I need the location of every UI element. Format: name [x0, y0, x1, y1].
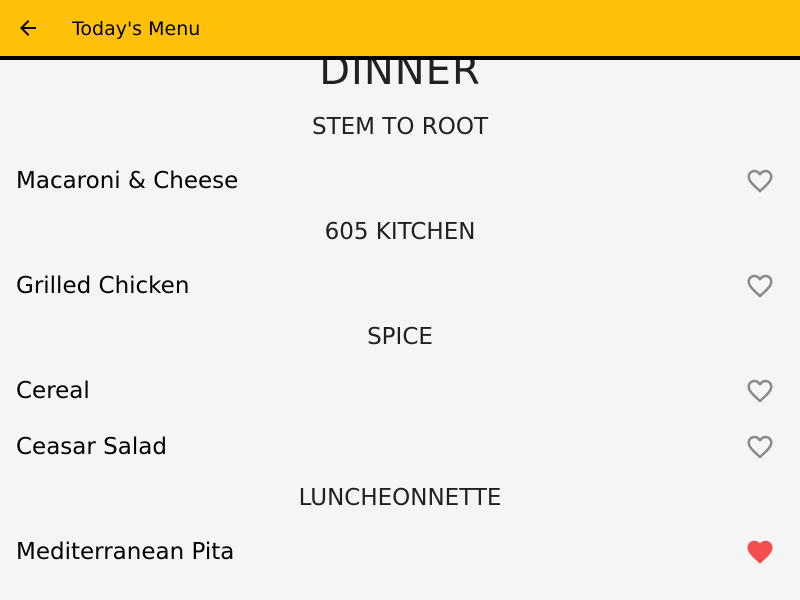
menu-item[interactable]: Ceasar Salad [0, 421, 800, 473]
menu-item-name: Ceasar Salad [16, 434, 167, 460]
heart-outline-icon [747, 274, 773, 298]
heart-outline-icon [747, 169, 773, 193]
menu-item[interactable]: Macaroni & Cheese [0, 155, 800, 207]
station-header: 605 KITCHEN [324, 219, 476, 245]
menu-item-name: Grilled Chicken [16, 273, 190, 299]
menu-list[interactable]: DINNER STEM TO ROOT Macaroni & Cheese 60… [0, 60, 800, 600]
heart-filled-icon [747, 540, 773, 564]
menu-item-name: Macaroni & Cheese [16, 168, 239, 194]
back-button[interactable] [12, 12, 44, 44]
station-header: SPICE [367, 324, 433, 350]
station-header: STEM TO ROOT [311, 114, 489, 140]
meal-heading: DINNER [319, 60, 481, 94]
heart-outline-icon [747, 379, 773, 403]
menu-item-name: Mediterranean Pita [16, 539, 235, 565]
menu-item[interactable]: Cereal [0, 365, 800, 417]
menu-item[interactable]: Grilled Chicken [0, 260, 800, 312]
menu-item[interactable]: Mediterranean Pita [0, 526, 800, 578]
app-bar: Today's Menu [0, 0, 800, 60]
menu-item-name: Cereal [16, 378, 90, 404]
favorite-button[interactable] [744, 536, 776, 568]
favorite-button[interactable] [744, 375, 776, 407]
arrow-back-icon [20, 20, 36, 36]
heart-outline-icon [747, 435, 773, 459]
station-header: LUNCHEONNETTE [298, 485, 502, 511]
favorite-button[interactable] [744, 165, 776, 197]
favorite-button[interactable] [744, 431, 776, 463]
favorite-button[interactable] [744, 270, 776, 302]
page-title: Today's Menu [72, 18, 201, 40]
